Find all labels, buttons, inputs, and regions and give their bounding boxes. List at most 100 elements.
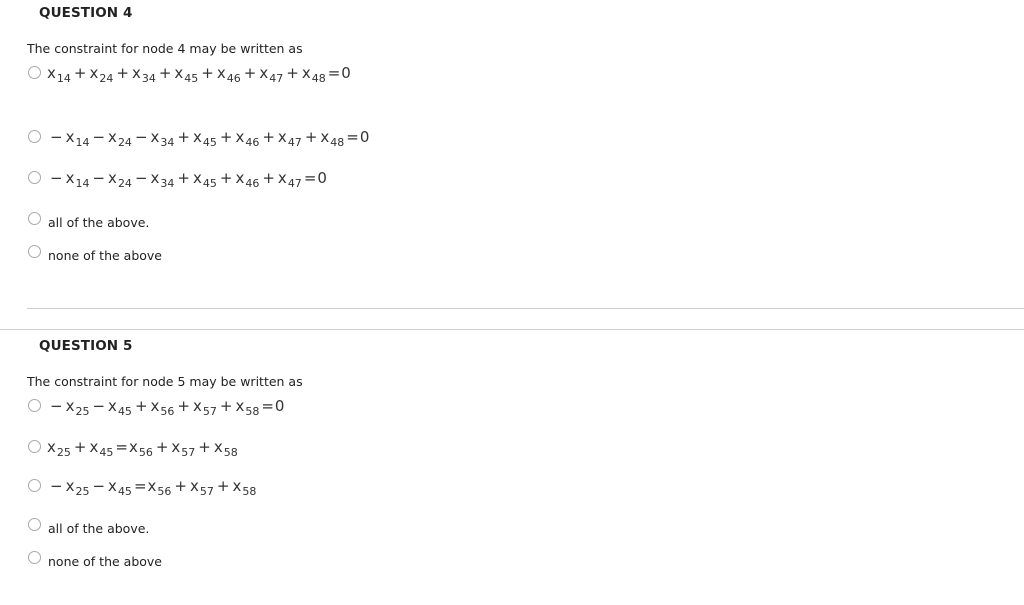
variable: x46 bbox=[235, 128, 260, 149]
variable-subscript: 48 bbox=[311, 72, 326, 85]
variable-subscript: 34 bbox=[141, 72, 156, 85]
variable: x14 bbox=[65, 169, 90, 190]
variable: x45 bbox=[192, 128, 217, 149]
variable-subscript: 45 bbox=[202, 177, 217, 190]
answer-option-none[interactable]: none of the above bbox=[28, 245, 162, 263]
variable-subscript: 14 bbox=[75, 136, 90, 149]
operator: + bbox=[73, 438, 87, 456]
radio-button[interactable] bbox=[28, 245, 41, 258]
radio-button[interactable] bbox=[28, 440, 41, 453]
answer-option[interactable]: − x14− x24− x34 + x45 + x46 + x47 = 0 bbox=[28, 169, 327, 190]
variable-subscript: 34 bbox=[160, 177, 175, 190]
answer-option[interactable]: − x25− x45 = x56 + x57 + x58 bbox=[28, 477, 256, 498]
variable: x45 bbox=[174, 64, 199, 85]
radio-button[interactable] bbox=[28, 66, 41, 79]
operator: + bbox=[116, 64, 129, 82]
variable-subscript: 46 bbox=[245, 177, 260, 190]
operator: + bbox=[134, 397, 148, 415]
operator: − bbox=[92, 477, 106, 495]
variable: x25 bbox=[47, 438, 71, 459]
radio-button[interactable] bbox=[28, 399, 41, 412]
variable-subscript: 45 bbox=[117, 405, 132, 418]
option-label: all of the above. bbox=[48, 521, 150, 536]
operator: + bbox=[219, 169, 233, 187]
variable: x57 bbox=[171, 438, 196, 459]
answer-option[interactable]: − x14− x24− x34 + x45 + x46 + x47 + x48 = 0 bbox=[28, 128, 369, 149]
variable: x46 bbox=[216, 64, 241, 85]
option-equation: − x14− x24− x34 + x45 + x46 + x47 = 0 bbox=[47, 169, 327, 190]
variable-subscript: 56 bbox=[157, 485, 172, 498]
variable: x46 bbox=[235, 169, 260, 190]
answer-option[interactable]: x14 + x24 + x34 + x45 + x46 + x47 + x48 = 0 bbox=[28, 64, 351, 85]
answer-option-none[interactable]: none of the above bbox=[28, 551, 162, 569]
variable: x58 bbox=[213, 438, 238, 459]
answer-option-all[interactable]: all of the above. bbox=[28, 518, 149, 536]
answer-option[interactable]: − x25− x45 + x56 + x57 + x58 = 0 bbox=[28, 397, 284, 418]
radio-button[interactable] bbox=[28, 518, 41, 531]
answer-option[interactable]: x25 + x45 = x56 + x57 + x58 bbox=[28, 438, 238, 459]
operator: + bbox=[262, 169, 275, 187]
variable: x25 bbox=[65, 397, 90, 418]
radio-button[interactable] bbox=[28, 171, 41, 184]
operator: + bbox=[262, 128, 275, 146]
operator: − bbox=[50, 477, 63, 495]
option-equation: x25 + x45 = x56 + x57 + x58 bbox=[47, 438, 238, 459]
variable: x58 bbox=[235, 397, 260, 418]
variable: x48 bbox=[301, 64, 326, 85]
variable-subscript: 46 bbox=[245, 136, 260, 149]
variable: x48 bbox=[320, 128, 345, 149]
variable-subscript: 57 bbox=[181, 446, 196, 459]
variable: x14 bbox=[47, 64, 71, 85]
option-label: none of the above bbox=[48, 554, 162, 569]
variable-subscript: 48 bbox=[330, 136, 345, 149]
option-equation: − x25− x45 + x56 + x57 + x58 = 0 bbox=[47, 397, 284, 418]
variable: x47 bbox=[277, 128, 302, 149]
equals-sign: = bbox=[115, 438, 128, 456]
variable: x45 bbox=[89, 438, 114, 459]
operator: + bbox=[286, 64, 299, 82]
question-divider bbox=[27, 308, 1024, 309]
option-label: all of the above. bbox=[48, 215, 150, 230]
operator: + bbox=[243, 64, 257, 82]
variable: x56 bbox=[147, 477, 172, 498]
operator: + bbox=[216, 477, 230, 495]
variable-subscript: 47 bbox=[287, 177, 302, 190]
variable: x34 bbox=[150, 128, 175, 149]
variable-subscript: 24 bbox=[117, 177, 132, 190]
variable: x57 bbox=[189, 477, 214, 498]
variable-subscript: 56 bbox=[138, 446, 153, 459]
variable-subscript: 14 bbox=[56, 72, 71, 85]
variable-subscript: 45 bbox=[184, 72, 199, 85]
operator: − bbox=[50, 128, 63, 146]
operator: + bbox=[177, 128, 190, 146]
variable-subscript: 45 bbox=[202, 136, 217, 149]
variable-subscript: 24 bbox=[99, 72, 114, 85]
variable: x45 bbox=[108, 397, 132, 418]
variable: x45 bbox=[192, 169, 217, 190]
operator: + bbox=[158, 64, 172, 82]
radio-button[interactable] bbox=[28, 212, 41, 225]
option-label: none of the above bbox=[48, 248, 162, 263]
question-prompt: The constraint for node 4 may be written… bbox=[27, 41, 303, 56]
equals-sign: = bbox=[133, 477, 147, 495]
radio-button[interactable] bbox=[28, 130, 41, 143]
variable-subscript: 47 bbox=[287, 136, 302, 149]
equals-sign: = bbox=[303, 169, 317, 187]
operator: + bbox=[201, 64, 214, 82]
option-equation: − x14− x24− x34 + x45 + x46 + x47 + x48 = 0 bbox=[47, 128, 369, 149]
radio-button[interactable] bbox=[28, 479, 41, 492]
option-equation: − x25− x45 = x56 + x57 + x58 bbox=[47, 477, 256, 498]
variable-subscript: 24 bbox=[117, 136, 132, 149]
variable-subscript: 57 bbox=[202, 405, 217, 418]
operator: + bbox=[155, 438, 169, 456]
variable: x47 bbox=[259, 64, 284, 85]
variable-subscript: 45 bbox=[117, 485, 132, 498]
answer-option-all[interactable]: all of the above. bbox=[28, 212, 149, 230]
variable-subscript: 25 bbox=[75, 485, 90, 498]
variable-subscript: 58 bbox=[245, 405, 260, 418]
variable: x24 bbox=[108, 128, 132, 149]
variable: x56 bbox=[150, 397, 175, 418]
radio-button[interactable] bbox=[28, 551, 41, 564]
operator: − bbox=[50, 397, 63, 415]
variable-subscript: 45 bbox=[99, 446, 114, 459]
